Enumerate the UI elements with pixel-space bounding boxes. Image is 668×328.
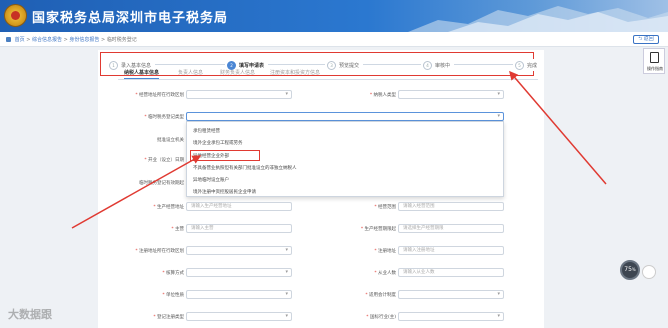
annotation-arrows [71,70,607,229]
arrow-to-option [71,155,202,229]
arrow-to-steps [509,70,607,185]
